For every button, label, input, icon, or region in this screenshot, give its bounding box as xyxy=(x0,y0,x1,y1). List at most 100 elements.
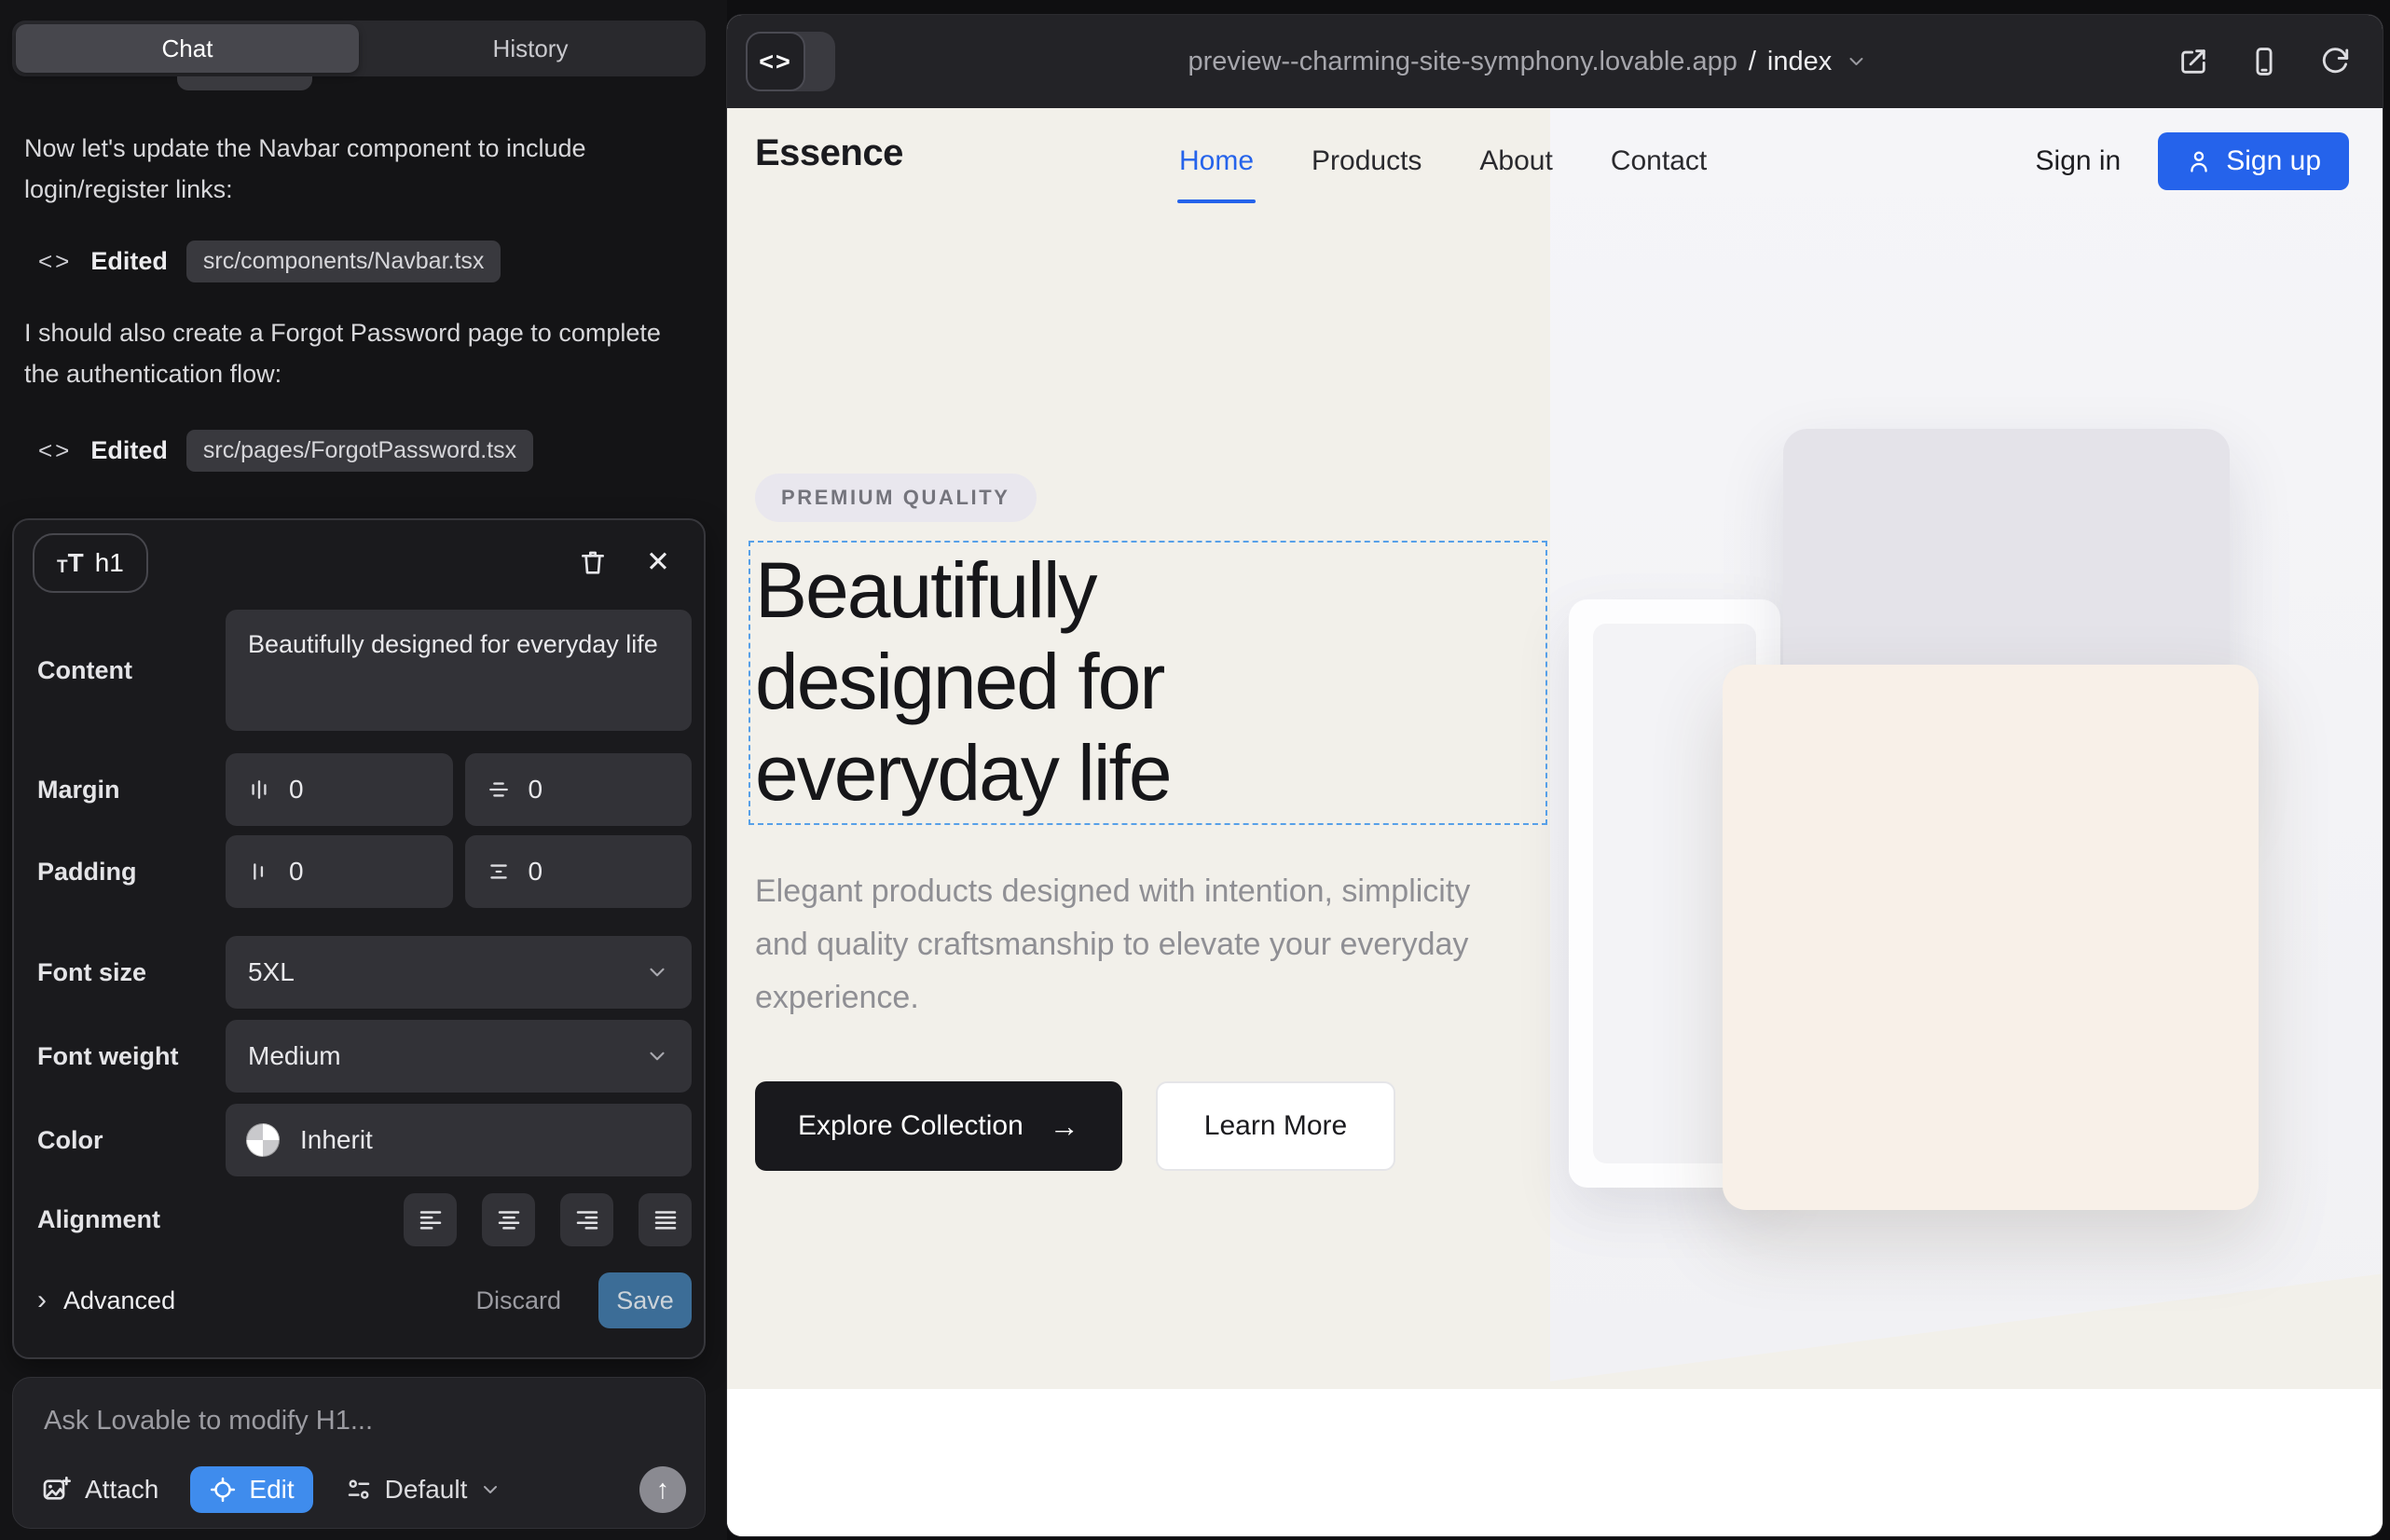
font-size-select[interactable]: 5XL xyxy=(226,936,692,1009)
chat-message: Now let's update the Navbar component to… xyxy=(24,129,680,210)
edited-label: Edited xyxy=(90,247,168,276)
color-select[interactable]: Inherit xyxy=(226,1104,692,1176)
url-page: index xyxy=(1767,47,1832,77)
alignment-row: Alignment xyxy=(37,1189,692,1249)
nav-link-about[interactable]: About xyxy=(1479,145,1552,177)
code-icon: <> xyxy=(38,436,72,465)
align-left-icon xyxy=(417,1205,445,1233)
discard-button[interactable]: Discard xyxy=(475,1286,561,1315)
site-page: Essence Home Products About Contact Sign… xyxy=(727,108,2383,1536)
chevron-down-icon xyxy=(1845,50,1867,73)
refresh-icon[interactable] xyxy=(2319,46,2351,77)
delete-element-button[interactable] xyxy=(571,541,614,584)
padding-horizontal-input[interactable]: 0 xyxy=(226,835,453,908)
chat-message: I should also create a Forgot Password p… xyxy=(24,313,680,394)
edited-file-row: <> Edited src/components/Navbar.tsx xyxy=(38,241,501,282)
element-tag-label: h1 xyxy=(95,548,124,578)
user-icon xyxy=(2186,148,2212,174)
site-navbar: Essence Home Products About Contact Sign… xyxy=(755,108,2349,213)
preview-toolbar: <> preview--charming-site-symphony.lovab… xyxy=(727,15,2383,108)
composer-toolbar: Attach Edit Default xyxy=(41,1466,686,1513)
hero-ctas: Explore Collection → Learn More xyxy=(755,1081,1395,1171)
open-external-icon[interactable] xyxy=(2177,46,2209,77)
url-separator: / xyxy=(1749,47,1756,77)
padding-label: Padding xyxy=(37,858,137,887)
nav-link-products[interactable]: Products xyxy=(1312,145,1422,177)
font-weight-select[interactable]: Medium xyxy=(226,1020,692,1093)
send-button[interactable]: ↑ xyxy=(639,1466,686,1513)
alignment-label: Alignment xyxy=(37,1205,160,1234)
url-host: preview--charming-site-symphony.lovable.… xyxy=(1188,47,1737,77)
align-right-button[interactable] xyxy=(560,1193,613,1246)
edit-mode-button[interactable]: Edit xyxy=(190,1466,312,1513)
file-chip[interactable]: src/components/Navbar.tsx xyxy=(186,241,501,282)
chat-sidebar: Chat History Now let's update the Navbar… xyxy=(0,0,727,1540)
nav-auth: Sign in Sign up xyxy=(2036,108,2349,213)
attach-button[interactable]: Attach xyxy=(41,1475,158,1505)
font-weight-row: Font weight Medium xyxy=(37,1020,692,1093)
align-center-icon xyxy=(495,1205,523,1233)
margin-vertical-icon xyxy=(486,777,512,803)
below-hero-section xyxy=(727,1389,2383,1536)
edited-file-row: <> Edited src/pages/ForgotPassword.tsx xyxy=(38,430,533,472)
hero-paragraph: Elegant products designed with intention… xyxy=(755,865,1510,1024)
chevron-right-icon: › xyxy=(37,1286,47,1314)
align-center-button[interactable] xyxy=(482,1193,535,1246)
text-element-icon: TT xyxy=(57,550,84,576)
padding-horizontal-icon xyxy=(246,859,272,885)
selected-element-pill[interactable]: TT h1 xyxy=(33,533,148,593)
model-selector[interactable]: Default xyxy=(345,1475,502,1505)
close-editor-button[interactable]: ✕ xyxy=(637,541,680,584)
font-size-label: Font size xyxy=(37,958,146,987)
preview-actions xyxy=(2177,15,2351,108)
save-button[interactable]: Save xyxy=(598,1272,692,1328)
editor-footer: › Advanced Discard Save xyxy=(37,1272,692,1329)
site-logo[interactable]: Essence xyxy=(755,132,903,174)
padding-vertical-input[interactable]: 0 xyxy=(465,835,693,908)
chevron-down-icon xyxy=(479,1478,501,1501)
color-row: Color Inherit xyxy=(37,1104,692,1176)
advanced-toggle[interactable]: › Advanced xyxy=(37,1286,175,1315)
learn-more-button[interactable]: Learn More xyxy=(1156,1081,1395,1171)
margin-label: Margin xyxy=(37,776,120,804)
color-swatch xyxy=(246,1123,280,1157)
hero-heading[interactable]: Beautifully designed for everyday life xyxy=(755,544,1171,818)
element-editor-panel: TT h1 ✕ Content Beautifully designed for… xyxy=(12,518,706,1359)
padding-field-row: Padding 0 0 xyxy=(37,835,692,908)
font-weight-label: Font weight xyxy=(37,1042,178,1071)
arrow-right-icon: → xyxy=(1050,1109,1079,1144)
tab-chat[interactable]: Chat xyxy=(16,24,359,73)
scrolled-file-chip xyxy=(177,76,312,90)
chevron-down-icon xyxy=(645,960,669,984)
align-justify-button[interactable] xyxy=(639,1193,692,1246)
hero-badge: PREMIUM QUALITY xyxy=(755,474,1037,522)
nav-links: Home Products About Contact xyxy=(1179,108,1707,213)
preview-window: <> preview--charming-site-symphony.lovab… xyxy=(727,15,2383,1536)
preview-url-bar[interactable]: preview--charming-site-symphony.lovable.… xyxy=(1188,15,1867,108)
chat-history-tabs: Chat History xyxy=(12,21,706,76)
content-label: Content xyxy=(37,656,132,685)
content-input[interactable]: Beautifully designed for everyday life xyxy=(226,610,692,731)
file-chip[interactable]: src/pages/ForgotPassword.tsx xyxy=(186,430,533,472)
margin-vertical-input[interactable]: 0 xyxy=(465,753,693,826)
nav-link-home[interactable]: Home xyxy=(1179,145,1254,177)
tab-history[interactable]: History xyxy=(359,24,702,73)
prompt-input[interactable]: Ask Lovable to modify H1... xyxy=(44,1406,373,1437)
decorative-card-peach xyxy=(1723,665,2259,1210)
padding-vertical-icon xyxy=(486,859,512,885)
sign-in-link[interactable]: Sign in xyxy=(2036,145,2122,177)
prompt-composer[interactable]: Ask Lovable to modify H1... Attach xyxy=(12,1377,706,1529)
edited-label: Edited xyxy=(90,436,168,465)
align-left-button[interactable] xyxy=(404,1193,457,1246)
nav-link-contact[interactable]: Contact xyxy=(1611,145,1707,177)
explore-collection-button[interactable]: Explore Collection → xyxy=(755,1081,1122,1171)
margin-horizontal-input[interactable]: 0 xyxy=(226,753,453,826)
font-size-row: Font size 5XL xyxy=(37,936,692,1009)
sign-up-button[interactable]: Sign up xyxy=(2158,132,2349,190)
target-icon xyxy=(209,1476,237,1504)
code-view-button[interactable]: <> xyxy=(746,32,805,91)
code-preview-toggle[interactable]: <> xyxy=(746,32,835,91)
mobile-view-icon[interactable] xyxy=(2248,46,2280,77)
trash-icon xyxy=(578,547,608,577)
code-icon: <> xyxy=(38,247,72,276)
